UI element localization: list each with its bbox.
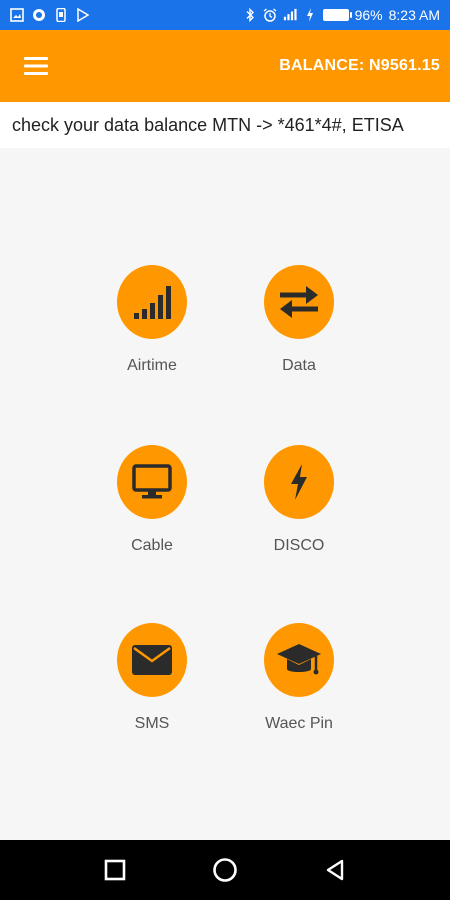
back-triangle-icon (326, 859, 344, 881)
app-bar: BALANCE: N9561.15 (0, 30, 450, 102)
circle-icon (213, 858, 237, 882)
data-icon-circle (264, 265, 334, 339)
cable-label: Cable (131, 537, 173, 554)
disco-label: DISCO (273, 537, 325, 554)
cable-tile[interactable]: Cable (82, 445, 222, 575)
airtime-icon-circle (117, 265, 187, 339)
charging-icon (303, 8, 317, 22)
sms-tile[interactable]: SMS (82, 623, 222, 753)
status-bar: 96% 8:23 AM (0, 0, 450, 30)
airtime-label: Airtime (127, 357, 177, 374)
recents-button[interactable] (95, 850, 135, 890)
square-icon (104, 859, 126, 881)
balance-text: BALANCE: N9561.15 (279, 57, 440, 74)
graduation-cap-icon (277, 644, 321, 675)
data-label: Data (282, 357, 316, 374)
battery-percent: 96% (354, 7, 383, 23)
image-notification-icon (10, 8, 24, 22)
info-marquee: check your data balance MTN -> *461*4#, … (0, 102, 450, 148)
bluetooth-icon (243, 8, 257, 22)
alarm-icon (263, 8, 277, 22)
clock: 8:23 AM (388, 7, 440, 23)
waec-icon-circle (264, 623, 334, 697)
monitor-icon (132, 464, 172, 499)
disco-tile[interactable]: DISCO (229, 445, 369, 575)
play-store-icon (76, 8, 90, 22)
services-grid: Airtime Data Cable DISCO SMS Waec Pin (0, 150, 450, 840)
circle-notification-icon (32, 8, 46, 22)
waec-pin-tile[interactable]: Waec Pin (229, 623, 369, 753)
swap-arrows-icon (280, 286, 318, 318)
cable-icon-circle (117, 445, 187, 519)
notification-icons (10, 8, 90, 22)
back-button[interactable] (315, 850, 355, 890)
phone-notification-icon (54, 8, 68, 22)
hamburger-menu-icon (24, 57, 48, 75)
lightning-icon (291, 464, 307, 500)
menu-button[interactable] (22, 52, 50, 80)
signal-icon (283, 8, 297, 22)
waec-pin-label: Waec Pin (265, 715, 333, 732)
envelope-icon (132, 645, 172, 675)
home-button[interactable] (205, 850, 245, 890)
data-tile[interactable]: Data (229, 265, 369, 395)
airtime-tile[interactable]: Airtime (82, 265, 222, 395)
system-status: 96% 8:23 AM (243, 7, 440, 23)
battery-icon (322, 9, 352, 21)
signal-bars-icon (134, 286, 171, 319)
sms-label: SMS (134, 715, 170, 732)
sms-icon-circle (117, 623, 187, 697)
system-navigation-bar (0, 840, 450, 900)
disco-icon-circle (264, 445, 334, 519)
